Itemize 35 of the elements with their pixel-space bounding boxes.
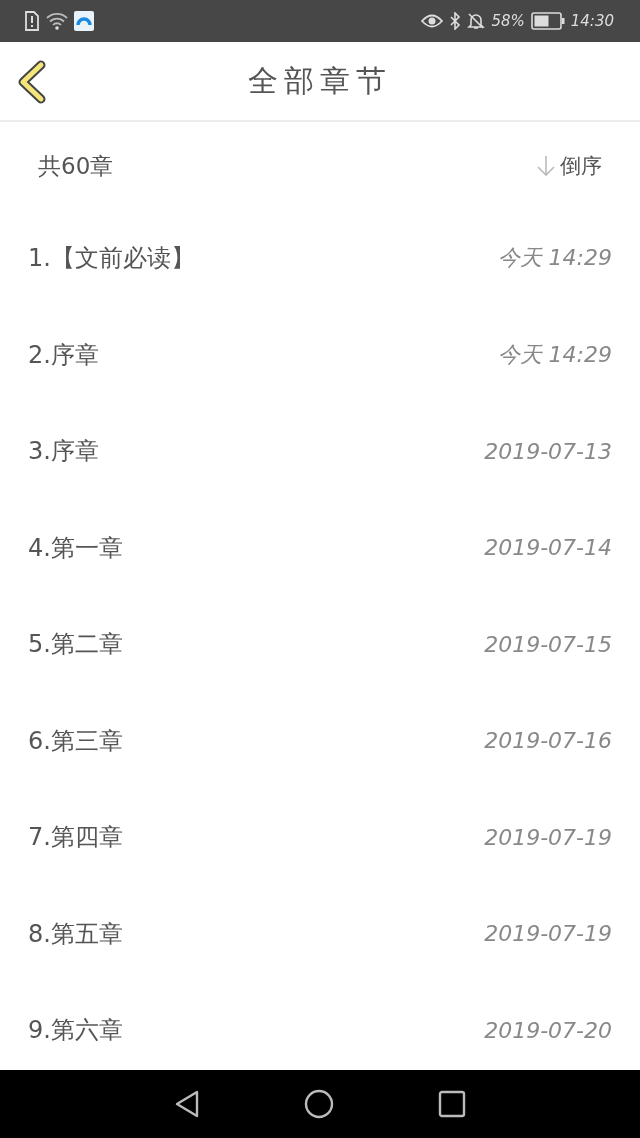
page-title: 全部章节 [248, 61, 392, 100]
chapter-date: 2019-07-19 [484, 824, 612, 850]
app-icon [74, 11, 94, 31]
chapter-date: 2019-07-16 [484, 728, 612, 754]
chapter-title[interactable]: 9.第六章 [28, 1014, 123, 1047]
battery-icon [530, 12, 565, 30]
chapter-title[interactable]: 7.第四章 [28, 821, 123, 854]
battery-percent: 58% [491, 12, 525, 30]
down-arrow-icon [536, 154, 556, 178]
chapter-date: 今天 14:29 [497, 244, 612, 273]
bluetooth-icon [449, 12, 462, 30]
sim-alert-icon [24, 11, 40, 31]
sort-button[interactable]: 倒序 [536, 152, 602, 180]
back-nav-button[interactable] [174, 1089, 200, 1119]
chapter-title[interactable]: 5.第二章 [28, 628, 123, 661]
chapter-title[interactable]: 4.第一章 [28, 531, 123, 564]
chapter-title[interactable]: 2.序章 [28, 338, 99, 371]
eye-icon [421, 13, 444, 29]
chapter-date: 今天 14:29 [497, 340, 612, 369]
chapter-title[interactable]: 3.序章 [28, 435, 99, 468]
clock-time: 14:30 [570, 12, 614, 30]
back-button[interactable] [16, 60, 48, 104]
chapter-title[interactable]: 8.第五章 [28, 917, 123, 950]
muted-bell-icon [467, 12, 486, 30]
home-nav-button[interactable] [304, 1089, 334, 1119]
chapter-count: 共60章 [38, 151, 114, 181]
chapter-title[interactable]: 6.第三章 [28, 724, 123, 757]
recents-nav-button[interactable] [438, 1090, 466, 1118]
chapter-date: 2019-07-14 [484, 535, 612, 561]
chapter-date: 2019-07-20 [484, 1017, 612, 1043]
chapter-date: 2019-07-19 [484, 921, 612, 947]
chapter-title[interactable]: 1.【文前必读】 [28, 242, 195, 275]
chapter-date: 2019-07-13 [484, 438, 612, 464]
chapter-date: 2019-07-15 [484, 631, 612, 657]
wifi-icon [46, 12, 68, 30]
